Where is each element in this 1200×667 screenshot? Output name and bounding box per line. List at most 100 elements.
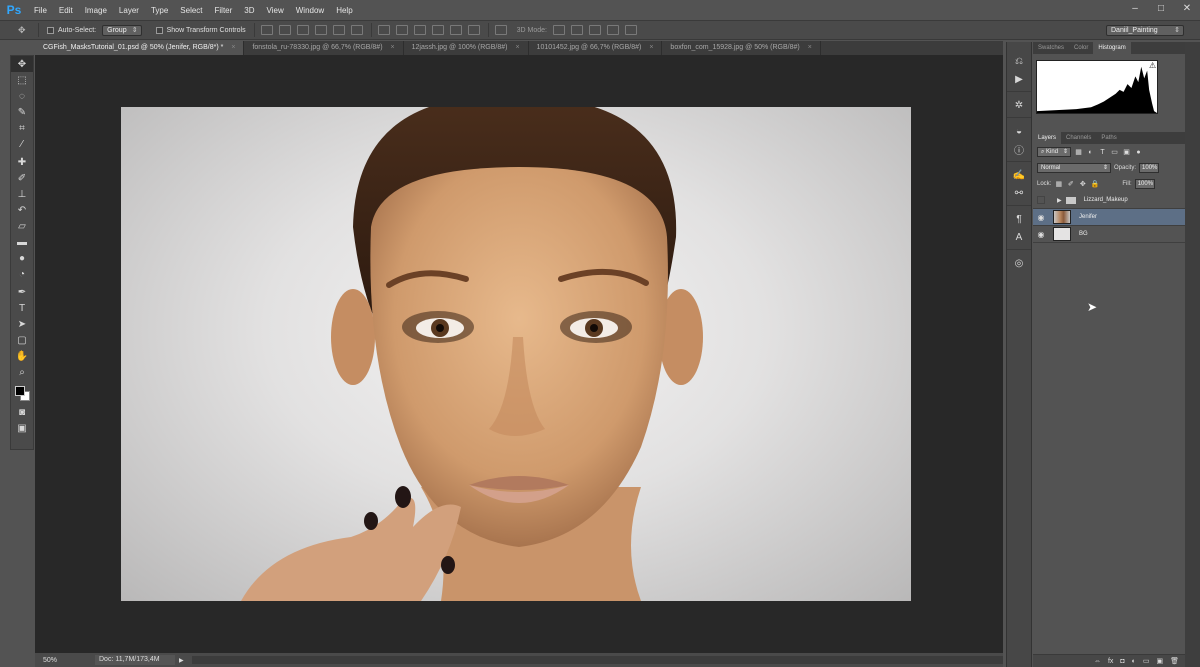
expand-arrow-icon[interactable]: ▶	[1057, 197, 1062, 204]
horizontal-scrollbar[interactable]	[191, 656, 1003, 664]
filter-toggle-icon[interactable]: ●	[1134, 148, 1143, 157]
align-hcenter-icon[interactable]	[332, 25, 345, 35]
fill-field[interactable]: 100%	[1134, 179, 1155, 189]
document-tab[interactable]: 10101452.jpg @ 66,7% (RGB/8#) ×	[529, 41, 663, 55]
foreground-color-swatch[interactable]	[15, 386, 25, 396]
menu-3d[interactable]: 3D	[238, 6, 260, 15]
move-tool-icon[interactable]: ✥	[11, 56, 33, 72]
menu-filter[interactable]: Filter	[209, 6, 239, 15]
blend-mode-dropdown[interactable]: Normal	[1037, 163, 1111, 173]
align-vcenter-icon[interactable]	[278, 25, 291, 35]
menu-type[interactable]: Type	[145, 6, 174, 15]
history-panel-icon[interactable]: ⎌	[1007, 52, 1031, 70]
menu-edit[interactable]: Edit	[53, 6, 79, 15]
3d-slide-icon[interactable]	[606, 25, 619, 35]
menu-file[interactable]: File	[28, 6, 53, 15]
document-tab[interactable]: 12jassh.jpg @ 100% (RGB/8#) ×	[404, 41, 529, 55]
tab-color[interactable]: Color	[1069, 42, 1093, 54]
layer-style-icon[interactable]: fx	[1108, 658, 1113, 665]
visibility-toggle[interactable]	[1037, 196, 1045, 204]
menu-select[interactable]: Select	[174, 6, 208, 15]
blur-tool-icon[interactable]: ●	[11, 250, 33, 266]
new-layer-icon[interactable]: ▣	[1156, 657, 1163, 665]
filter-smart-object-icon[interactable]: ▣	[1122, 148, 1131, 157]
3d-roll-icon[interactable]	[570, 25, 583, 35]
link-layers-icon[interactable]: ⇔	[1094, 658, 1101, 665]
clone-stamp-tool-icon[interactable]: ⊥	[11, 186, 33, 202]
adjustments-panel-icon[interactable]: ◒	[1007, 122, 1031, 140]
show-transform-checkbox[interactable]	[155, 26, 163, 34]
tab-channels[interactable]: Channels	[1061, 132, 1096, 144]
adjustment-layer-icon[interactable]: ◐	[1132, 658, 1136, 665]
distribute-right-icon[interactable]	[467, 25, 480, 35]
gradient-tool-icon[interactable]: ▬	[11, 234, 33, 250]
distribute-bottom-icon[interactable]	[413, 25, 426, 35]
distribute-top-icon[interactable]	[377, 25, 390, 35]
layer-row[interactable]: ◉ Jenifer	[1033, 209, 1185, 226]
align-right-icon[interactable]	[350, 25, 363, 35]
quick-mask-icon[interactable]: ◙	[11, 404, 33, 420]
close-tab-icon[interactable]: ×	[515, 41, 519, 55]
tab-histogram[interactable]: Histogram	[1093, 42, 1131, 54]
brush-tool-icon[interactable]: ✐	[11, 170, 33, 186]
close-button[interactable]: ✕	[1180, 3, 1194, 15]
minimize-button[interactable]: –	[1128, 3, 1142, 15]
tab-paths[interactable]: Paths	[1096, 132, 1121, 144]
auto-align-icon[interactable]	[494, 25, 507, 35]
pen-tool-icon[interactable]: ✒	[11, 284, 33, 300]
zoom-level-field[interactable]: 50%	[43, 657, 69, 664]
close-tab-icon[interactable]: ×	[649, 41, 653, 55]
character-panel-icon[interactable]: A	[1007, 228, 1031, 246]
eye-icon[interactable]: ◉	[1033, 230, 1049, 239]
eraser-tool-icon[interactable]: ▱	[11, 218, 33, 234]
close-tab-icon[interactable]: ×	[231, 41, 235, 55]
distribute-vcenter-icon[interactable]	[395, 25, 408, 35]
document-tab[interactable]: CGFish_MasksTutorial_01.psd @ 50% (Jenif…	[35, 41, 245, 55]
layer-row[interactable]: ▶ Lizzard_Makeup	[1033, 192, 1185, 209]
lock-transparent-icon[interactable]: ▦	[1054, 180, 1063, 189]
auto-select-dropdown[interactable]: Group	[102, 24, 142, 36]
healing-brush-tool-icon[interactable]: ✚	[11, 154, 33, 170]
brush-panel-icon[interactable]: ✍	[1007, 166, 1031, 184]
align-bottom-icon[interactable]	[296, 25, 309, 35]
lock-position-icon[interactable]: ✥	[1078, 180, 1087, 189]
delete-layer-icon[interactable]: 🗑	[1170, 657, 1179, 665]
info-panel-icon[interactable]: ⓘ	[1007, 140, 1031, 158]
lock-image-icon[interactable]: ✐	[1066, 180, 1075, 189]
3d-rotate-icon[interactable]	[552, 25, 565, 35]
3d-panel-icon[interactable]: ◎	[1007, 254, 1031, 272]
workspace-dropdown[interactable]: Daniil_Painting	[1106, 25, 1184, 36]
filter-type-icon[interactable]: T	[1098, 148, 1107, 157]
paragraph-panel-icon[interactable]: ¶	[1007, 210, 1031, 228]
maximize-button[interactable]: □	[1154, 3, 1168, 15]
distribute-hcenter-icon[interactable]	[449, 25, 462, 35]
tab-layers[interactable]: Layers	[1033, 132, 1062, 144]
lock-all-icon[interactable]: 🔒	[1090, 180, 1099, 189]
lasso-tool-icon[interactable]: ◌	[11, 88, 33, 104]
filter-kind-dropdown[interactable]: ⌕ Kind	[1037, 147, 1072, 157]
panel-scrollbar[interactable]	[1185, 42, 1200, 667]
type-tool-icon[interactable]: T	[11, 300, 33, 316]
canvas-area[interactable]	[35, 55, 1003, 653]
shape-tool-icon[interactable]: ▢	[11, 332, 33, 348]
layer-row[interactable]: ◉ BG	[1033, 226, 1185, 243]
actions-panel-icon[interactable]: ▶	[1007, 70, 1031, 88]
quick-select-tool-icon[interactable]: ✎	[11, 104, 33, 120]
opacity-field[interactable]: 100%	[1139, 163, 1160, 173]
close-tab-icon[interactable]: ×	[391, 41, 395, 55]
filter-adjustment-icon[interactable]: ◐	[1086, 148, 1095, 157]
menu-layer[interactable]: Layer	[113, 6, 145, 15]
eyedropper-tool-icon[interactable]: ⁄	[11, 136, 33, 152]
menu-help[interactable]: Help	[330, 6, 358, 15]
warning-icon[interactable]: ⚠	[1149, 61, 1156, 70]
document-tab[interactable]: boxfon_com_15928.jpg @ 50% (RGB/8#) ×	[662, 41, 821, 55]
document-canvas-image[interactable]	[121, 107, 911, 601]
hand-tool-icon[interactable]: ✋	[11, 348, 33, 364]
screen-mode-icon[interactable]: ▣	[11, 420, 33, 436]
status-menu-arrow-icon[interactable]: ▶	[179, 657, 184, 664]
add-mask-icon[interactable]: ◘	[1120, 658, 1124, 665]
document-tab[interactable]: fonstola_ru-78330.jpg @ 66,7% (RGB/8#) ×	[244, 41, 404, 55]
zoom-tool-icon[interactable]: ⌕	[11, 364, 33, 380]
filter-shape-icon[interactable]: ▭	[1110, 148, 1119, 157]
filter-pixel-icon[interactable]: ▦	[1074, 148, 1083, 157]
